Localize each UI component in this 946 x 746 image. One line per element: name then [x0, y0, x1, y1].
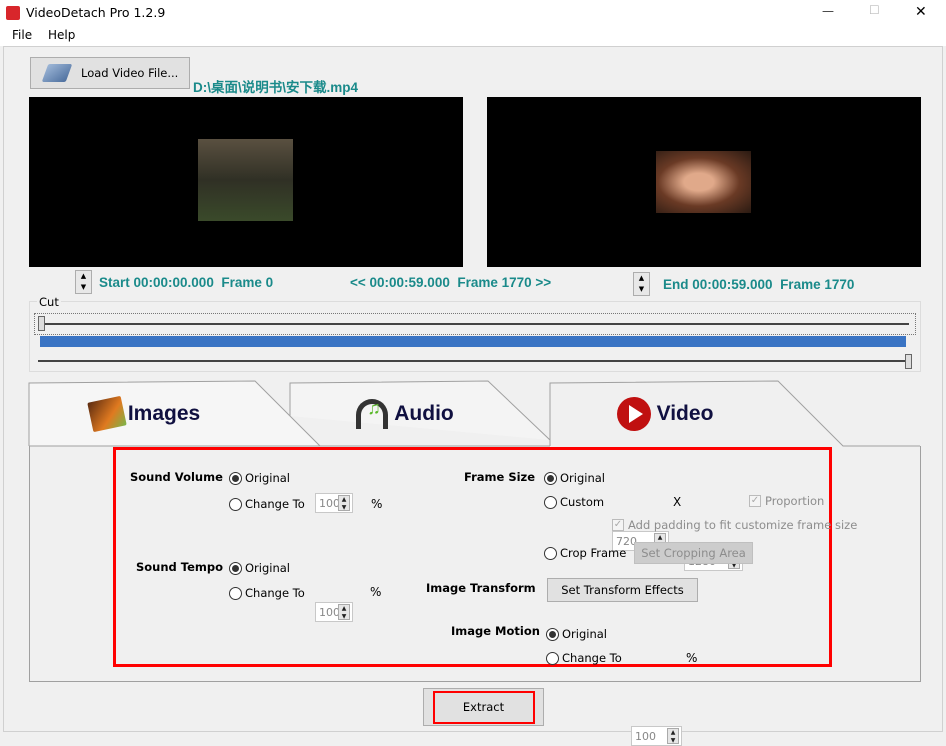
- sound-tempo-label: Sound Tempo: [136, 560, 224, 574]
- image-motion-label: Image Motion: [451, 624, 540, 638]
- padding-checkbox[interactable]: ✓ Add padding to fit customize frame size: [612, 518, 857, 532]
- crop-frame-radio[interactable]: Crop Frame: [544, 546, 626, 560]
- frame-size-label: Frame Size: [464, 470, 536, 484]
- option-label: Crop Frame: [560, 546, 627, 560]
- option-label: Original: [560, 471, 606, 485]
- frame-size-custom-radio[interactable]: Custom: [544, 495, 604, 509]
- value: 100: [635, 729, 656, 743]
- percent-unit: %: [686, 651, 698, 665]
- dimension-separator: X: [673, 495, 682, 509]
- extract-highlight: Extract: [432, 690, 535, 724]
- proportion-checkbox[interactable]: ✓ Proportion: [749, 494, 824, 508]
- image-motion-input[interactable]: 100 ▲ ▼: [631, 726, 682, 746]
- image-motion-change-radio[interactable]: Change To: [546, 651, 622, 665]
- tab-audio[interactable]: ♫ Audio: [330, 381, 480, 446]
- option-label: Change To: [245, 586, 305, 600]
- value: 100: [319, 605, 340, 619]
- extract-label: Extract: [462, 700, 505, 714]
- sound-tempo-change-radio[interactable]: Change To: [229, 586, 305, 600]
- option-label: Custom: [560, 495, 605, 509]
- headphones-icon: ♫: [356, 398, 389, 429]
- frame-size-original-radio[interactable]: Original: [544, 471, 605, 485]
- percent-unit: %: [371, 497, 383, 511]
- option-label: Add padding to fit customize frame size: [628, 518, 858, 532]
- option-label: Change To: [245, 497, 305, 511]
- sound-tempo-original-radio[interactable]: Original: [229, 561, 290, 575]
- image-transform-label: Image Transform: [426, 581, 536, 595]
- image-motion-original-radio[interactable]: Original: [546, 627, 607, 641]
- tab-images-label: Images: [127, 401, 201, 425]
- option-label: Original: [245, 471, 291, 485]
- sound-tempo-input[interactable]: 100 ▲ ▼: [315, 602, 353, 622]
- option-label: Proportion: [765, 494, 825, 508]
- sound-volume-change-radio[interactable]: Change To: [229, 497, 305, 511]
- tab-video[interactable]: Video: [600, 381, 730, 446]
- set-cropping-area-button[interactable]: Set Cropping Area: [634, 542, 753, 564]
- play-icon: [616, 396, 651, 431]
- tab-video-label: Video: [656, 401, 714, 425]
- set-transform-effects-button[interactable]: Set Transform Effects: [547, 578, 698, 602]
- option-label: Original: [562, 627, 608, 641]
- tab-audio-label: Audio: [394, 401, 454, 425]
- sound-volume-label: Sound Volume: [130, 470, 223, 484]
- images-icon: [87, 395, 127, 432]
- percent-unit: %: [370, 585, 382, 599]
- sound-volume-input[interactable]: 100 ▲ ▼: [315, 493, 353, 513]
- sound-volume-original-radio[interactable]: Original: [229, 471, 290, 485]
- option-label: Original: [245, 561, 291, 575]
- extract-button[interactable]: Extract: [423, 688, 544, 726]
- tab-images[interactable]: Images: [60, 381, 230, 446]
- value: 100: [319, 496, 340, 510]
- option-label: Change To: [562, 651, 622, 665]
